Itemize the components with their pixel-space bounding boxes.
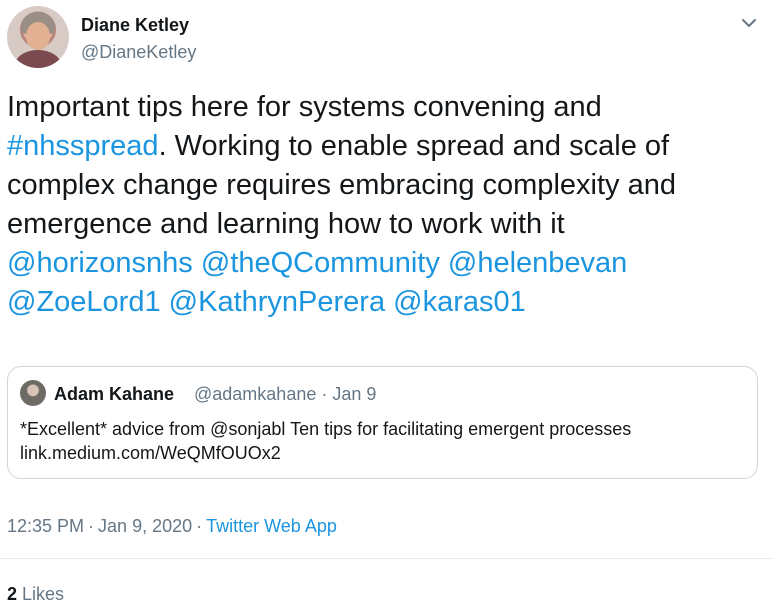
- author-handle[interactable]: @DianeKetley: [81, 42, 196, 63]
- quoted-dot-separator: ·: [321, 384, 333, 404]
- dot-separator: ·: [88, 516, 95, 536]
- quoted-author-handle: @adamkahane: [194, 384, 317, 404]
- quoted-author-avatar: [20, 380, 46, 406]
- mention-link[interactable]: @karas01: [393, 286, 526, 318]
- avatar-shirt: [15, 50, 61, 68]
- dot-separator: ·: [196, 516, 203, 536]
- tweet-text-part-1: Important tips here for systems convenin…: [7, 91, 602, 123]
- mention-link[interactable]: @KathrynPerera: [169, 286, 385, 318]
- likes-count: 2: [7, 584, 18, 604]
- quoted-text-line-1: *Excellent* advice from @sonjabl Ten tip…: [20, 419, 632, 439]
- mention-link[interactable]: @horizonsnhs: [7, 247, 193, 279]
- tweet-timestamp: 12:35 PM · Jan 9, 2020 · Twitter Web App: [7, 516, 337, 537]
- quoted-text: *Excellent* advice from @sonjabl Ten tip…: [20, 417, 740, 465]
- tweet-card: Diane Ketley @DianeKetley Important tips…: [0, 0, 773, 611]
- source-app-link[interactable]: Twitter Web App: [206, 516, 337, 536]
- author-name[interactable]: Diane Ketley: [81, 15, 189, 36]
- quoted-tweet[interactable]: Adam Kahane @adamkahane · Jan 9 *Excelle…: [7, 366, 758, 479]
- tweet-time[interactable]: 12:35 PM: [7, 516, 84, 536]
- author-avatar[interactable]: [7, 6, 69, 68]
- mention-link[interactable]: @theQCommunity: [201, 247, 440, 279]
- divider: [0, 558, 773, 559]
- quoted-author-name: Adam Kahane: [54, 384, 175, 404]
- tweet-text: Important tips here for systems convenin…: [7, 88, 752, 322]
- mention-link[interactable]: @helenbevan: [448, 247, 627, 279]
- quoted-text-line-2: link.medium.com/WeQMfOUOx2: [20, 443, 281, 463]
- likes-stat[interactable]: 2 Likes: [7, 584, 64, 605]
- avatar-face: [26, 22, 50, 50]
- tweet-date[interactable]: Jan 9, 2020: [98, 516, 192, 536]
- chevron-down-icon[interactable]: [738, 14, 760, 32]
- mention-link[interactable]: @ZoeLord1: [7, 286, 161, 318]
- quoted-date: Jan 9: [332, 384, 377, 404]
- likes-label: Likes: [22, 584, 65, 604]
- hashtag-link[interactable]: #nhsspread: [7, 130, 159, 162]
- quoted-author-meta: @adamkahane · Jan 9: [194, 384, 376, 405]
